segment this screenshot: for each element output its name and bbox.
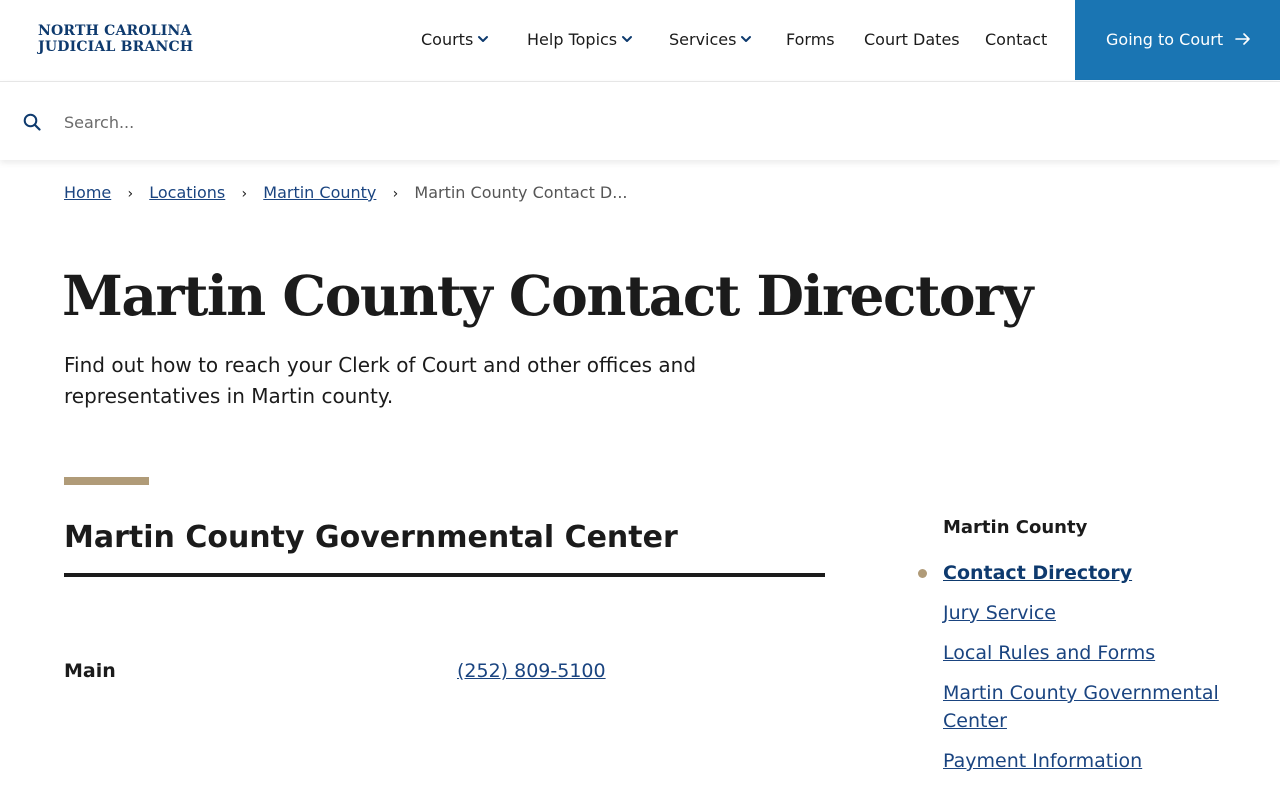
breadcrumb: Home › Locations › Martin County › Martin Coun…	[64, 183, 628, 203]
nav-court-dates[interactable]: Court Dates	[864, 30, 960, 50]
chevron-down-icon	[478, 36, 489, 42]
section-heading: Martin County Governmental Center	[64, 517, 825, 577]
search-bar	[0, 81, 1280, 160]
breadcrumb-county[interactable]: Martin County	[263, 183, 376, 202]
sidebar-link-jury-service[interactable]: Jury Service	[943, 602, 1056, 624]
sidebar-nav: Contact Directory Jury Service Local Rul…	[918, 559, 1233, 787]
nav-services[interactable]: Services	[669, 30, 752, 50]
going-to-court-button[interactable]: Going to Court	[1075, 0, 1280, 80]
search-icon[interactable]	[23, 113, 41, 131]
breadcrumb-separator-icon: ›	[241, 186, 248, 202]
sidebar-item-payment-information: Payment Information	[943, 747, 1233, 775]
page-title: Martin County Contact Directory	[62, 263, 1033, 328]
nav-forms[interactable]: Forms	[786, 30, 835, 50]
going-to-court-label: Going to Court	[1106, 30, 1224, 49]
main-nav: Courts Help Topics Services Forms Court …	[0, 0, 1075, 80]
breadcrumb-current: Martin County Contact D...	[414, 183, 628, 202]
nav-courts-label: Courts	[421, 30, 474, 49]
arrow-right-icon	[1235, 33, 1250, 45]
sidebar-item-local-rules: Local Rules and Forms	[943, 639, 1233, 667]
sidebar-link-payment-information[interactable]: Payment Information	[943, 750, 1142, 772]
breadcrumb-separator-icon: ›	[127, 186, 134, 202]
sidebar-link-governmental-center[interactable]: Martin County Governmental Center	[943, 682, 1219, 732]
sidebar-link-contact-directory[interactable]: Contact Directory	[943, 562, 1132, 584]
chevron-down-icon	[622, 36, 633, 42]
page-intro: Find out how to reach your Clerk of Cour…	[64, 353, 697, 408]
nav-services-label: Services	[669, 30, 737, 49]
breadcrumb-home[interactable]: Home	[64, 183, 111, 202]
breadcrumb-separator-icon: ›	[392, 186, 399, 202]
nav-help-topics[interactable]: Help Topics	[527, 30, 633, 50]
sidebar-link-local-rules[interactable]: Local Rules and Forms	[943, 642, 1155, 664]
breadcrumb-locations[interactable]: Locations	[149, 183, 225, 202]
site-header: NORTH CAROLINA JUDICIAL BRANCH Courts He…	[0, 0, 1280, 80]
nav-contact[interactable]: Contact	[985, 30, 1047, 50]
sidebar-item-contact-directory: Contact Directory	[918, 559, 1233, 587]
sidebar-item-jury-service: Jury Service	[943, 599, 1233, 627]
accent-divider	[64, 477, 149, 485]
active-indicator-dot	[918, 569, 927, 578]
contact-row-label: Main	[64, 660, 116, 682]
contact-row-phone-link[interactable]: (252) 809-5100	[457, 659, 606, 683]
nav-help-topics-label: Help Topics	[527, 30, 618, 49]
chevron-down-icon	[741, 36, 752, 42]
sidebar-item-governmental-center: Martin County Governmental Center	[943, 679, 1233, 735]
nav-courts[interactable]: Courts	[421, 30, 489, 50]
sidebar-title: Martin County	[943, 517, 1088, 538]
search-input[interactable]	[64, 108, 964, 136]
